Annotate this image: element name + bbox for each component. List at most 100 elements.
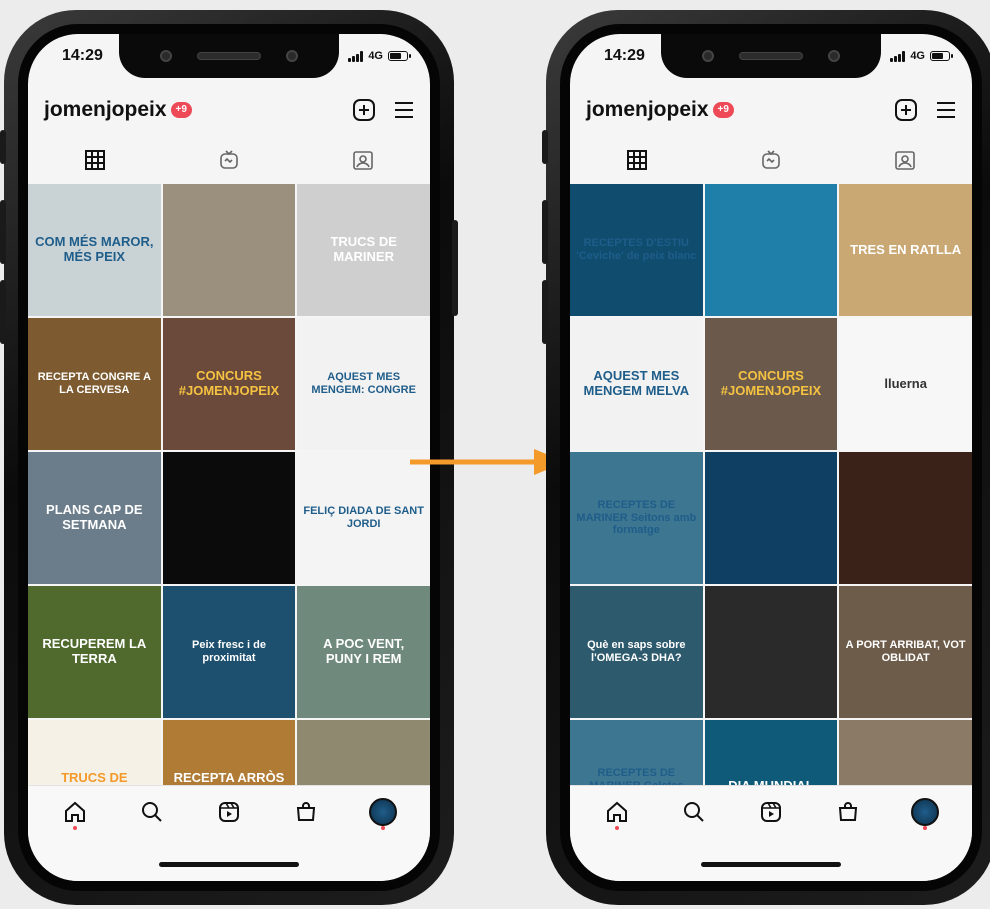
nav-search[interactable] xyxy=(676,794,712,830)
profile-header: jomenjopeix +9 xyxy=(570,90,972,130)
power-button xyxy=(452,220,458,316)
post-label: RECUPEREM LA TERRA xyxy=(42,636,147,666)
post-label: lluerna xyxy=(884,375,927,391)
post-label: A POC VENT, PUNY I REM xyxy=(323,636,405,666)
battery-icon xyxy=(388,51,411,61)
post-tile[interactable] xyxy=(704,452,838,584)
post-tile[interactable]: RECEPTES DE MARINER Seitons amb formatge xyxy=(570,452,703,584)
post-tile[interactable]: Què en saps sobre l'OMEGA-3 DHA? xyxy=(570,586,703,718)
post-tile[interactable]: Peix fresc i de proximitat xyxy=(162,586,296,718)
grid-icon xyxy=(85,150,105,170)
post-tile[interactable]: RECUPEREM LA TERRA xyxy=(28,586,161,718)
battery-icon xyxy=(930,51,953,61)
left-screen: 14:29 4G jomenjopeix +9 COM MÉS MAROR, M… xyxy=(28,34,430,881)
post-tile[interactable] xyxy=(704,184,838,316)
shop-icon xyxy=(839,802,858,821)
post-tile[interactable]: CONCURS #JOMENJOPEIX xyxy=(704,318,838,450)
bottom-nav xyxy=(28,785,430,881)
signal-icon xyxy=(890,50,906,62)
post-tile[interactable]: A PORT ARRIBAT, VOT OBLIDAT xyxy=(839,586,972,718)
tagged-icon xyxy=(895,151,915,170)
post-tile[interactable]: AQUEST MES MENGEM MELVA xyxy=(570,318,703,450)
tagged-icon xyxy=(353,151,373,170)
post-tile[interactable]: A POC VENT, PUNY I REM xyxy=(297,586,430,718)
search-icon xyxy=(141,802,162,822)
post-tile[interactable]: CONCURS #JOMENJOPEIX xyxy=(162,318,296,450)
igtv-icon xyxy=(220,150,238,169)
right-screen: 14:29 4G jomenjopeix +9 RECEPTES D'ESTIU… xyxy=(570,34,972,881)
post-tile[interactable]: PLANS CAP DE SETMANA xyxy=(28,452,161,584)
nav-shop[interactable] xyxy=(830,794,866,830)
nav-profile[interactable] xyxy=(907,794,943,830)
nav-profile[interactable] xyxy=(365,794,401,830)
profile-header: jomenjopeix +9 xyxy=(28,90,430,130)
post-label: PLANS CAP DE SETMANA xyxy=(46,502,143,532)
post-label: TRUCS DE MARINER xyxy=(330,234,397,264)
post-label: AQUEST MES MENGEM: CONGRE xyxy=(311,371,416,396)
post-tile[interactable] xyxy=(704,586,838,718)
mute-switch xyxy=(542,130,548,164)
home-indicator[interactable] xyxy=(159,862,299,867)
post-label: AQUEST MES MENGEM MELVA xyxy=(583,368,690,398)
tab-grid[interactable] xyxy=(617,140,657,180)
username-label: jomenjopeix xyxy=(44,98,167,121)
post-label: Què en saps sobre l'OMEGA-3 DHA? xyxy=(587,639,686,664)
mute-switch xyxy=(0,130,6,164)
tab-tagged[interactable] xyxy=(343,140,383,180)
notification-badge: +9 xyxy=(712,102,734,118)
profile-tabs xyxy=(570,138,972,182)
username-label: jomenjopeix xyxy=(586,98,709,121)
username-dropdown[interactable]: jomenjopeix +9 xyxy=(44,98,192,122)
tab-tagged[interactable] xyxy=(885,140,925,180)
bottom-nav xyxy=(570,785,972,881)
post-tile[interactable] xyxy=(839,452,972,584)
post-tile[interactable]: lluerna xyxy=(839,318,972,450)
nav-search[interactable] xyxy=(134,794,170,830)
post-label: Peix fresc i de proximitat xyxy=(191,639,266,664)
post-tile[interactable] xyxy=(162,184,296,316)
reels-icon xyxy=(760,802,781,822)
post-label: CONCURS #JOMENJOPEIX xyxy=(178,368,280,398)
status-bar: 14:29 4G xyxy=(570,34,972,78)
post-tile[interactable]: TRUCS DE MARINER xyxy=(297,184,430,316)
post-label: COM MÉS MAROR, MÉS PEIX xyxy=(35,234,154,264)
tab-igtv[interactable] xyxy=(209,140,249,180)
nav-shop[interactable] xyxy=(288,794,324,830)
status-bar: 14:29 4G xyxy=(28,34,430,78)
search-icon xyxy=(683,802,704,822)
signal-icon xyxy=(348,50,364,62)
post-label: TRES EN RATLLA xyxy=(850,241,962,257)
menu-icon[interactable] xyxy=(392,98,416,122)
volume-up-button xyxy=(542,200,548,264)
status-time: 14:29 xyxy=(62,47,103,64)
status-time: 14:29 xyxy=(604,47,645,64)
comparison-stage: 14:29 4G jomenjopeix +9 COM MÉS MAROR, M… xyxy=(0,0,990,909)
post-label: RECEPTA CONGRE A LA CERVESA xyxy=(37,371,151,396)
home-indicator[interactable] xyxy=(701,862,841,867)
username-dropdown[interactable]: jomenjopeix +9 xyxy=(586,98,734,122)
right-phone: 14:29 4G jomenjopeix +9 RECEPTES D'ESTIU… xyxy=(542,10,990,905)
profile-avatar xyxy=(911,798,940,826)
home-icon xyxy=(606,801,627,822)
menu-icon[interactable] xyxy=(934,98,958,122)
post-tile[interactable] xyxy=(162,452,296,584)
nav-reels[interactable] xyxy=(753,794,789,830)
nav-reels[interactable] xyxy=(211,794,247,830)
post-tile[interactable]: RECEPTES D'ESTIU 'Ceviche' de peix blanc xyxy=(570,184,703,316)
tab-grid[interactable] xyxy=(75,140,115,180)
network-label: 4G xyxy=(910,50,925,62)
nav-home[interactable] xyxy=(57,794,93,830)
nav-home[interactable] xyxy=(599,794,635,830)
reels-icon xyxy=(218,802,239,822)
home-icon xyxy=(64,801,85,822)
post-tile[interactable]: TRES EN RATLLA xyxy=(839,184,972,316)
add-post-icon[interactable] xyxy=(894,98,918,122)
add-post-icon[interactable] xyxy=(352,98,376,122)
notification-badge: +9 xyxy=(170,102,192,118)
post-tile[interactable]: AQUEST MES MENGEM: CONGRE xyxy=(297,318,430,450)
post-tile[interactable]: RECEPTA CONGRE A LA CERVESA xyxy=(28,318,161,450)
post-label: RECEPTES D'ESTIU 'Ceviche' de peix blanc xyxy=(576,237,697,262)
volume-up-button xyxy=(0,200,6,264)
post-tile[interactable]: COM MÉS MAROR, MÉS PEIX xyxy=(28,184,161,316)
tab-igtv[interactable] xyxy=(751,140,791,180)
